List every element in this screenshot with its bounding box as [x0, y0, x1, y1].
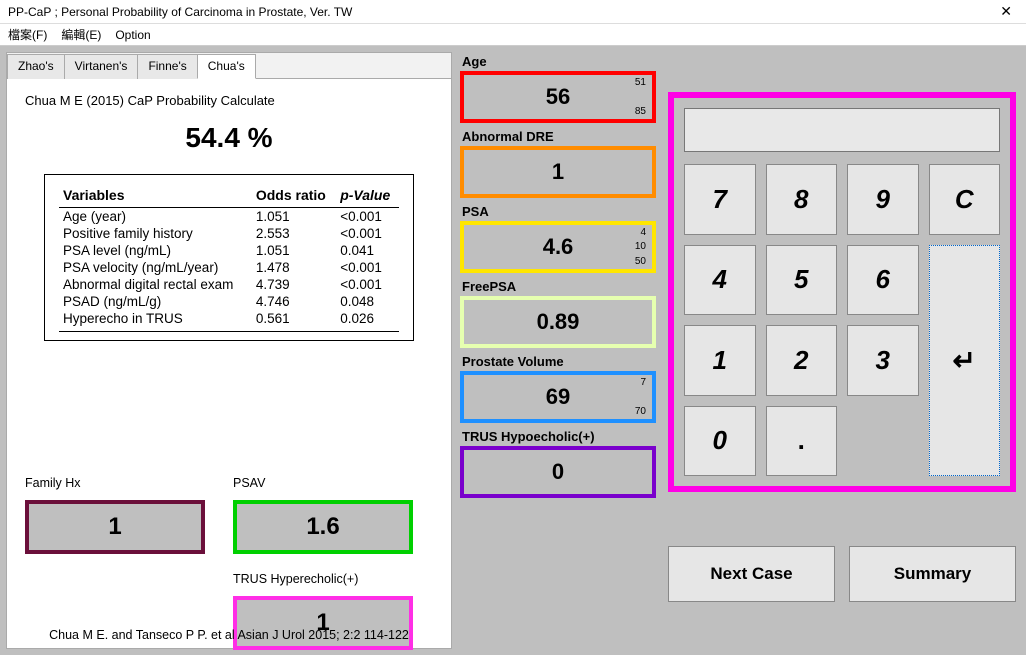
- menu-edit[interactable]: 編輯(E): [61, 26, 101, 43]
- psav-label: PSAV: [233, 476, 413, 490]
- th-or: Odds ratio: [252, 185, 336, 208]
- familyhx-input[interactable]: 1: [25, 500, 205, 554]
- age-label: Age: [460, 54, 656, 69]
- window-title: PP-CaP ; Personal Probability of Carcino…: [8, 5, 994, 19]
- th-p: p-Value: [336, 185, 399, 208]
- key-c[interactable]: C: [929, 164, 1001, 235]
- table-row: Age (year)1.051<0.001: [59, 208, 399, 226]
- parameter-column: Age 56 51 85 Abnormal DRE 1 PSA 4.6 4 10…: [456, 52, 660, 649]
- key-3[interactable]: 3: [847, 325, 919, 396]
- key-0[interactable]: 0: [684, 406, 756, 477]
- table-row: PSA velocity (ng/mL/year)1.478<0.001: [59, 259, 399, 276]
- key-dot[interactable]: .: [766, 406, 838, 477]
- trus-hypo-label: TRUS Hypoecholic(+): [460, 429, 656, 444]
- tab-zhao[interactable]: Zhao's: [7, 54, 65, 79]
- pvol-label: Prostate Volume: [460, 354, 656, 369]
- tab-virtanen[interactable]: Virtanen's: [64, 54, 139, 79]
- key-8[interactable]: 8: [766, 164, 838, 235]
- th-variables: Variables: [59, 185, 252, 208]
- next-case-button[interactable]: Next Case: [668, 546, 835, 602]
- menubar: 檔案(F) 編輯(E) Option: [0, 24, 1026, 46]
- menu-option[interactable]: Option: [115, 28, 150, 42]
- familyhx-label: Family Hx: [25, 476, 205, 490]
- citation: Chua M E. and Tanseco P P. et al Asian J…: [7, 628, 451, 642]
- probability-output: 54.4 %: [25, 122, 433, 154]
- key-5[interactable]: 5: [766, 245, 838, 316]
- table-row: Hyperecho in TRUS0.5610.026: [59, 310, 399, 327]
- summary-button[interactable]: Summary: [849, 546, 1016, 602]
- psav-input[interactable]: 1.6: [233, 500, 413, 554]
- keypad-display[interactable]: [684, 108, 1000, 152]
- age-input[interactable]: 56 51 85: [460, 71, 656, 123]
- keypad-frame: 7 8 9 C 4 5 6 ↵ 1 2 3 0 .: [668, 92, 1016, 492]
- key-1[interactable]: 1: [684, 325, 756, 396]
- dre-label: Abnormal DRE: [460, 129, 656, 144]
- model-heading: Chua M E (2015) CaP Probability Calculat…: [25, 93, 433, 108]
- variables-table: Variables Odds ratio p-Value Age (year)1…: [44, 174, 414, 341]
- psa-input[interactable]: 4.6 4 10 50: [460, 221, 656, 273]
- psa-label: PSA: [460, 204, 656, 219]
- key-6[interactable]: 6: [847, 245, 919, 316]
- freepsa-input[interactable]: 0.89: [460, 296, 656, 348]
- key-2[interactable]: 2: [766, 325, 838, 396]
- key-7[interactable]: 7: [684, 164, 756, 235]
- trus-hyper-label: TRUS Hyperecholic(+): [233, 572, 413, 586]
- titlebar: PP-CaP ; Personal Probability of Carcino…: [0, 0, 1026, 24]
- trus-hypo-input[interactable]: 0: [460, 446, 656, 498]
- pvol-input[interactable]: 69 7 70: [460, 371, 656, 423]
- table-row: PSAD (ng/mL/g)4.7460.048: [59, 293, 399, 310]
- menu-file[interactable]: 檔案(F): [8, 26, 47, 43]
- dre-input[interactable]: 1: [460, 146, 656, 198]
- table-row: Positive family history2.553<0.001: [59, 225, 399, 242]
- tab-content: Chua M E (2015) CaP Probability Calculat…: [7, 79, 451, 648]
- tab-finne[interactable]: Finne's: [137, 54, 197, 79]
- table-row: PSA level (ng/mL)1.0510.041: [59, 242, 399, 259]
- left-panel: Zhao's Virtanen's Finne's Chua's Chua M …: [6, 52, 452, 649]
- tab-chua[interactable]: Chua's: [197, 54, 256, 79]
- close-icon[interactable]: ✕: [994, 3, 1018, 20]
- key-4[interactable]: 4: [684, 245, 756, 316]
- keypad-column: 7 8 9 C 4 5 6 ↵ 1 2 3 0 . Next Case Summ…: [664, 52, 1020, 649]
- key-enter[interactable]: ↵: [929, 245, 1001, 477]
- freepsa-label: FreePSA: [460, 279, 656, 294]
- key-9[interactable]: 9: [847, 164, 919, 235]
- tab-strip: Zhao's Virtanen's Finne's Chua's: [7, 53, 451, 79]
- table-row: Abnormal digital rectal exam4.739<0.001: [59, 276, 399, 293]
